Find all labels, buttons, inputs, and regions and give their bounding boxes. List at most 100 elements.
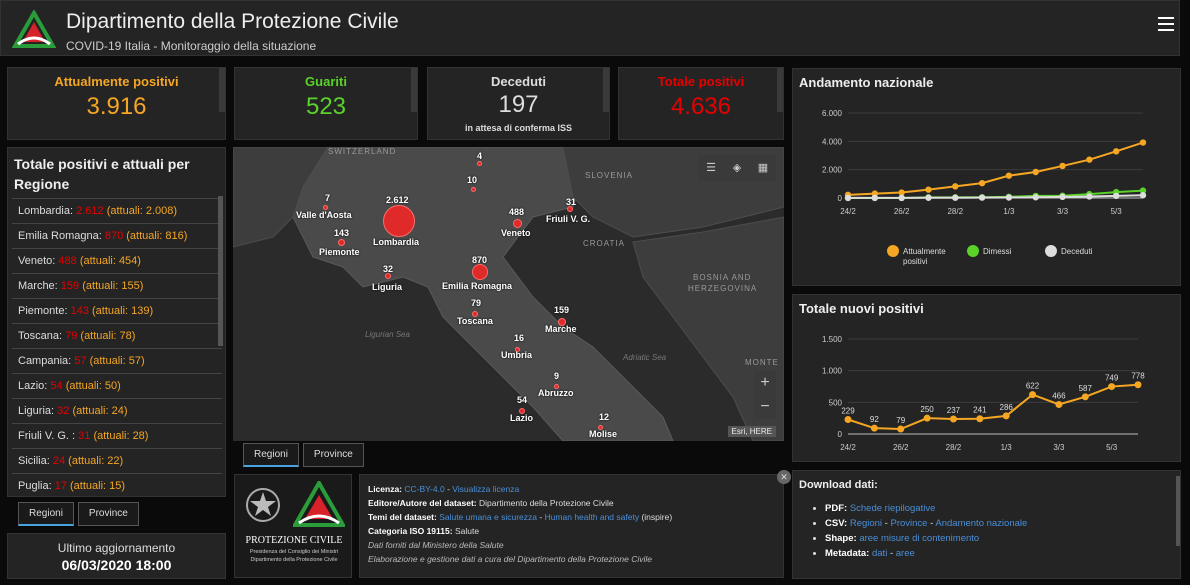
info-value: Salute	[454, 526, 480, 536]
region-row[interactable]: Emilia Romagna: 870 (attuali: 816)	[12, 223, 222, 248]
national-trend-panel: Andamento nazionale 6.000 4.000 2.000 0 24/2…	[792, 68, 1181, 286]
scrollbar[interactable]	[777, 68, 783, 112]
tab-regioni[interactable]: Regioni	[18, 502, 74, 526]
stat-value: 523	[305, 93, 347, 120]
csv-andamento-link[interactable]: Andamento nazionale	[935, 518, 1027, 529]
label-slovenia: SLOVENIA	[585, 171, 634, 180]
region-row[interactable]: Toscana: 79 (attuali: 78)	[12, 323, 222, 348]
info-key: Licenza:	[368, 484, 403, 494]
app-header: Dipartimento della Protezione Civile COV…	[0, 0, 1180, 56]
page-subtitle: COVID-19 Italia - Monitoraggio della sit…	[66, 39, 317, 53]
map-dot-veneto[interactable]	[513, 219, 522, 228]
legend-list-icon[interactable]: ☰	[705, 162, 717, 174]
basemap-grid-icon[interactable]: ▦	[757, 162, 769, 174]
license-link[interactable]: CC-BY-4.0	[404, 484, 444, 494]
x-tick-label: 1/3	[1001, 443, 1013, 452]
map-num: 159	[554, 305, 570, 315]
regions-scrollbar[interactable]	[218, 196, 223, 346]
region-name: Lazio:	[18, 380, 48, 392]
region-current: (attuali: 24)	[72, 405, 128, 417]
download-key: CSV:	[825, 518, 848, 529]
metadata-aree-link[interactable]: aree	[896, 548, 915, 559]
y-tick-label: 4.000	[822, 137, 843, 146]
region-row[interactable]: Lombardia: 2.612 (attuali: 2.008)	[12, 198, 222, 223]
italy-map[interactable]: SWITZERLAND SLOVENIA CROATIA BOSNIA AND …	[233, 147, 784, 441]
zoom-in-button[interactable]: +	[754, 371, 776, 395]
data-point	[898, 194, 905, 202]
map-num: 31	[566, 197, 577, 207]
region-row[interactable]: Puglia: 17 (attuali: 15)	[12, 473, 222, 496]
scrollbar[interactable]	[219, 68, 225, 112]
map-label: Veneto	[501, 228, 531, 238]
data-point	[1032, 168, 1039, 176]
map-dot-lombardia[interactable]	[383, 205, 415, 237]
csv-province-link[interactable]: Province	[891, 518, 928, 529]
shape-aree-link[interactable]: aree misure di contenimento	[859, 533, 979, 544]
map-basemap	[233, 147, 784, 441]
region-total: 488	[58, 255, 77, 267]
view-license-link[interactable]: Visualizza licenza	[452, 484, 519, 494]
metadata-dati-link[interactable]: dati	[872, 548, 887, 559]
region-current: (attuali: 139)	[92, 305, 154, 317]
data-point	[1055, 400, 1063, 408]
stat-note: in attesa di conferma ISS	[464, 123, 573, 133]
stat-guariti: Guariti 523	[234, 67, 418, 140]
region-current: (attuali: 816)	[126, 230, 188, 242]
download-scrollbar[interactable]	[1176, 476, 1180, 546]
tab-map-regioni[interactable]: Regioni	[243, 443, 299, 467]
label-bosnia: BOSNIA AND	[693, 273, 752, 282]
legend-swatch	[967, 245, 979, 257]
series-line	[847, 194, 1144, 199]
y-tick-label: 2.000	[822, 166, 843, 175]
chart-title: Totale nuovi positivi	[799, 301, 924, 316]
map-dot-emilia-romagna[interactable]	[472, 264, 488, 280]
data-point	[978, 179, 986, 187]
data-point	[1005, 194, 1013, 201]
data-point	[1134, 381, 1142, 389]
data-label: 286	[1000, 403, 1014, 412]
scrollbar[interactable]	[603, 68, 609, 112]
layers-icon[interactable]: ◈	[731, 162, 743, 174]
region-row[interactable]: Marche: 159 (attuali: 155)	[12, 273, 222, 298]
region-name: Campania:	[18, 355, 72, 367]
region-total: 2.612	[76, 205, 104, 217]
last-update-box: Ultimo aggiornamento 06/03/2020 18:00	[7, 533, 226, 579]
region-row[interactable]: Sicilia: 24 (attuali: 22)	[12, 448, 222, 473]
regions-panel-title: Totale positivi e attuali per Regione	[14, 156, 190, 192]
region-total: 870	[104, 230, 124, 242]
region-row[interactable]: Friuli V. G. : 31 (attuali: 28)	[12, 423, 222, 448]
region-row[interactable]: Liguria: 32 (attuali: 24)	[12, 398, 222, 423]
region-row[interactable]: Piemonte: 143 (attuali: 139)	[12, 298, 222, 323]
region-row[interactable]: Lazio: 54 (attuali: 50)	[12, 373, 222, 398]
dataset-info: Licenza: CC-BY-4.0 - Visualizza licenza …	[359, 474, 784, 578]
theme-link-2[interactable]: Human health and safety	[545, 512, 640, 522]
map-label: Toscana	[457, 316, 493, 326]
close-icon[interactable]: ✕	[777, 470, 791, 484]
map-dot-bolzano[interactable]	[471, 187, 476, 192]
csv-regioni-link[interactable]: Regioni	[850, 518, 882, 529]
map-dot-piemonte[interactable]	[338, 239, 345, 246]
map-label: Lombardia	[373, 237, 420, 247]
region-row[interactable]: Veneto: 488 (attuali: 454)	[12, 248, 222, 273]
stat-value: 197	[498, 91, 539, 118]
data-label: 749	[1105, 374, 1119, 383]
x-tick-label: 24/2	[840, 443, 856, 452]
region-name: Veneto:	[18, 255, 56, 267]
region-row[interactable]: Campania: 57 (attuali: 57)	[12, 348, 222, 373]
scrollbar[interactable]	[411, 68, 417, 112]
map-label: Abruzzo	[538, 388, 574, 398]
label-croatia: CROATIA	[583, 239, 625, 248]
legend-label: Attualmente	[903, 247, 946, 256]
y-tick-label: 0	[838, 194, 843, 203]
zoom-out-button[interactable]: −	[754, 395, 776, 419]
last-update-value: 06/03/2020 18:00	[61, 557, 172, 573]
map-dot-trento[interactable]	[477, 161, 482, 166]
tab-province[interactable]: Province	[77, 502, 139, 526]
map-label: Emilia Romagna	[442, 281, 513, 291]
hamburger-menu-icon[interactable]	[1158, 17, 1174, 33]
theme-link-1[interactable]: Salute umana e sicurezza	[439, 512, 537, 522]
tab-map-province[interactable]: Province	[302, 443, 364, 467]
protezione-civile-emblem	[293, 481, 345, 527]
pdf-schede-link[interactable]: Schede riepilogative	[850, 503, 936, 514]
download-panel: Download dati: PDF: Schede riepilogative…	[792, 470, 1181, 579]
